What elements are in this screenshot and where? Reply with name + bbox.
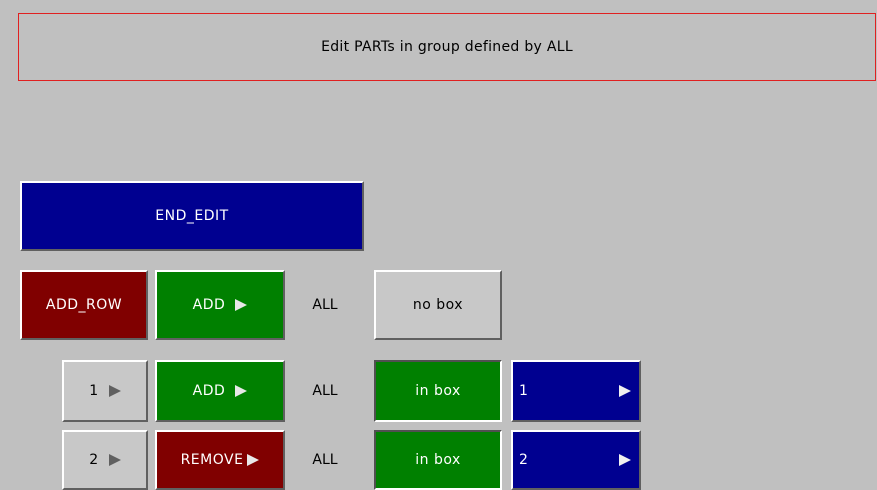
page-title: Edit PARTs in group defined by ALL xyxy=(321,39,573,55)
row-2-index-dropdown[interactable]: 2 xyxy=(62,430,148,490)
row-1-box-value: 1 xyxy=(519,383,529,399)
add-row-op-label: ADD xyxy=(192,297,226,313)
add-row-target: ALL xyxy=(295,270,355,340)
row-2-box-label: in box xyxy=(415,452,461,468)
row-1-box-label: in box xyxy=(415,383,461,399)
row-2-box-select[interactable]: 2 xyxy=(511,430,641,490)
dropdown-arrow-icon xyxy=(235,385,248,397)
row-2-target: ALL xyxy=(295,430,355,490)
title-banner: Edit PARTs in group defined by ALL xyxy=(18,13,876,81)
row-1-op-label: ADD xyxy=(192,383,226,399)
dropdown-arrow-icon xyxy=(247,454,260,466)
row-1-op-dropdown[interactable]: ADD xyxy=(155,360,285,422)
row-2-op-dropdown[interactable]: REMOVE xyxy=(155,430,285,490)
row-1-box-toggle[interactable]: in box xyxy=(374,360,502,422)
dropdown-arrow-icon xyxy=(108,454,121,466)
dropdown-arrow-icon xyxy=(235,299,248,311)
row-1-box-select[interactable]: 1 xyxy=(511,360,641,422)
row-2-box-toggle[interactable]: in box xyxy=(374,430,502,490)
row-2-index: 2 xyxy=(89,452,99,468)
dropdown-arrow-icon xyxy=(108,385,121,397)
end-edit-label: END_EDIT xyxy=(155,208,229,224)
add-row-op-dropdown[interactable]: ADD xyxy=(155,270,285,340)
row-1-target: ALL xyxy=(295,360,355,422)
row-2-op-label: REMOVE xyxy=(180,452,244,468)
end-edit-button[interactable]: END_EDIT xyxy=(20,181,364,251)
add-row-box-toggle[interactable]: no box xyxy=(374,270,502,340)
row-1-target-label: ALL xyxy=(312,383,338,399)
row-2-box-value: 2 xyxy=(519,452,529,468)
add-row-target-label: ALL xyxy=(312,297,338,313)
row-2-target-label: ALL xyxy=(312,452,338,468)
dropdown-arrow-icon xyxy=(619,454,631,466)
row-1-index-dropdown[interactable]: 1 xyxy=(62,360,148,422)
dropdown-arrow-icon xyxy=(619,385,631,397)
row-1-index: 1 xyxy=(89,383,99,399)
add-row-label: ADD_ROW xyxy=(45,297,123,313)
add-row-box-label: no box xyxy=(412,297,464,313)
add-row-button[interactable]: ADD_ROW xyxy=(20,270,148,340)
